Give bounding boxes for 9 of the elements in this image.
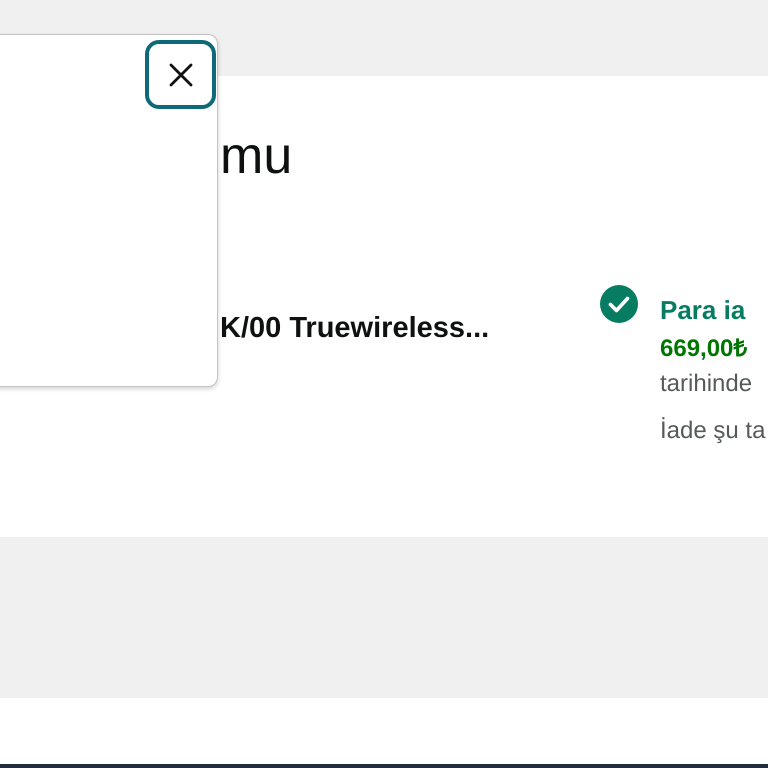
page-heading: mu	[220, 126, 294, 186]
close-button[interactable]	[145, 40, 216, 109]
close-icon	[168, 62, 192, 86]
refund-amount: 669,00₺	[660, 334, 748, 364]
refund-status-title: Para ia	[660, 294, 746, 324]
refund-detail-text: tarihinde	[660, 369, 752, 400]
return-info-text: İade şu ta	[660, 416, 766, 446]
product-title: K/00 Truewireless...	[220, 311, 490, 345]
check-circle-icon	[600, 285, 638, 323]
